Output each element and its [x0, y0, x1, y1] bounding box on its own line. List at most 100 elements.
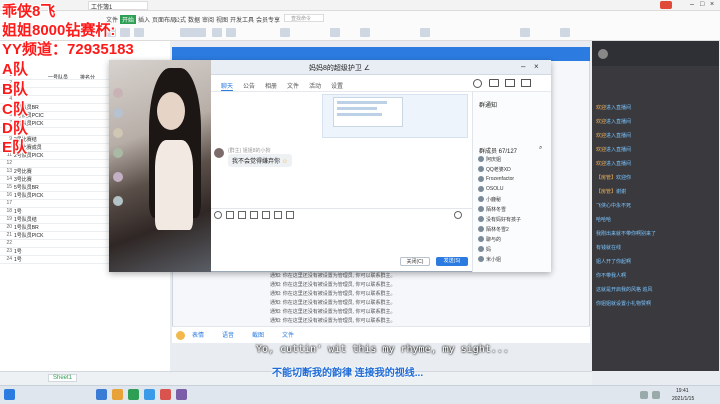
start-icon[interactable]: [4, 389, 15, 400]
streamer-avatar-icon[interactable]: [598, 49, 608, 59]
row-number[interactable]: 19: [0, 216, 12, 224]
table-cell[interactable]: 1号队员结: [14, 216, 37, 223]
minimize-icon[interactable]: –: [690, 1, 694, 8]
shake-icon[interactable]: [286, 211, 294, 219]
command-search-input[interactable]: 查找命令: [284, 14, 324, 22]
menu-formula[interactable]: 公式: [174, 15, 186, 24]
workbook-tab[interactable]: 工作簿1: [88, 1, 148, 11]
bold-icon[interactable]: [212, 28, 222, 37]
member-avatar-icon[interactable]: [478, 216, 484, 222]
table-cell[interactable]: 1号队员PICK: [14, 232, 43, 239]
row-number[interactable]: 23: [0, 248, 12, 256]
notice-image[interactable]: [322, 94, 468, 138]
mic-icon[interactable]: [274, 211, 282, 219]
menu-home[interactable]: 开始: [120, 15, 137, 24]
tab-activity[interactable]: 活动: [309, 81, 321, 90]
member-item[interactable]: OSOLU: [486, 186, 504, 192]
member-avatar[interactable]: [113, 148, 123, 158]
image-icon[interactable]: [262, 211, 270, 219]
gif-icon[interactable]: [226, 211, 234, 219]
number-format-icon[interactable]: [360, 28, 370, 37]
row-number[interactable]: 17: [0, 200, 12, 208]
taskbar-folder-icon[interactable]: [112, 389, 123, 400]
member-avatar[interactable]: [113, 196, 123, 206]
member-avatar[interactable]: [113, 128, 123, 138]
tab-settings[interactable]: 设置: [331, 81, 343, 90]
member-avatar-icon[interactable]: [478, 166, 484, 172]
member-avatar-icon[interactable]: [478, 226, 484, 232]
sum-icon[interactable]: [420, 28, 430, 37]
scissors-icon[interactable]: [238, 211, 246, 219]
clock-date[interactable]: 2021/1/15: [672, 396, 694, 402]
sort-icon[interactable]: [560, 28, 570, 37]
table-cell[interactable]: 1号队员BR: [14, 224, 39, 231]
menu-insert[interactable]: 插入: [138, 15, 150, 24]
maximize-icon[interactable]: □: [700, 1, 704, 8]
member-avatar[interactable]: [113, 108, 123, 118]
folder-icon[interactable]: [250, 211, 258, 219]
table-cell[interactable]: 1号: [14, 256, 22, 263]
chat-user[interactable]: 欢迎: [596, 105, 606, 111]
clock-time[interactable]: 19:41: [676, 388, 689, 394]
menu-data[interactable]: 数据: [188, 15, 200, 24]
row-number[interactable]: 14: [0, 176, 12, 184]
row-number[interactable]: 22: [0, 240, 12, 248]
copy-icon[interactable]: [134, 28, 144, 37]
tool-emoji[interactable]: 表情: [192, 330, 204, 339]
table-cell[interactable]: 5号队员BR: [14, 184, 39, 191]
row-number[interactable]: 15: [0, 184, 12, 192]
close-button[interactable]: 关闭(C): [400, 257, 430, 266]
sheet-tab[interactable]: Sheet1: [48, 374, 78, 382]
member-avatar-icon[interactable]: [478, 236, 484, 242]
member-item[interactable]: 米小姐: [486, 256, 501, 263]
row-number[interactable]: 13: [0, 168, 12, 176]
close-icon[interactable]: ×: [710, 1, 714, 8]
row-number[interactable]: 21: [0, 232, 12, 240]
table-cell[interactable]: 1号队员PICK: [14, 192, 43, 199]
member-avatar-icon[interactable]: [478, 186, 484, 192]
member-item[interactable]: 妈: [486, 246, 491, 253]
dialog-close-icon[interactable]: ×: [534, 62, 539, 71]
video-icon[interactable]: [489, 79, 499, 87]
dialog-minimize-icon[interactable]: –: [521, 62, 525, 71]
chat-user[interactable]: 【房管】: [596, 189, 616, 195]
chat-user[interactable]: 【房管】: [596, 175, 616, 181]
taskbar-wps-icon[interactable]: [128, 389, 139, 400]
member-item[interactable]: 陌林冬雪2: [486, 226, 509, 233]
member-avatar-icon[interactable]: [478, 206, 484, 212]
tab-chat[interactable]: 聊天: [221, 81, 234, 91]
member-avatar[interactable]: [113, 172, 123, 182]
history-icon[interactable]: [454, 211, 462, 219]
emoji-icon[interactable]: [214, 211, 222, 219]
row-number[interactable]: 24: [0, 256, 12, 264]
member-avatar-icon[interactable]: [478, 176, 484, 182]
chat-input-bar[interactable]: 表情 语音 截图 文件: [172, 326, 590, 343]
tab-notice[interactable]: 公告: [243, 81, 255, 90]
user-badge-icon[interactable]: [660, 1, 672, 9]
row-number[interactable]: 16: [0, 192, 12, 200]
font-select[interactable]: [180, 28, 206, 37]
italic-icon[interactable]: [226, 28, 236, 37]
taskbar-qq-icon[interactable]: [144, 389, 155, 400]
menu-member[interactable]: 会员专享: [256, 15, 280, 24]
tool-screenshot[interactable]: 截图: [252, 330, 264, 339]
phone-icon[interactable]: [473, 79, 482, 88]
table-cell[interactable]: 1号: [14, 208, 22, 215]
table-cell[interactable]: 1号: [14, 248, 22, 255]
member-item[interactable]: 聊与的: [486, 236, 501, 243]
emoji-icon[interactable]: [176, 331, 185, 340]
tool-voice[interactable]: 语音: [222, 330, 234, 339]
table-cell[interactable]: 3号比赛: [14, 176, 32, 183]
merge-icon[interactable]: [330, 28, 340, 37]
tray-icon[interactable]: [640, 391, 648, 399]
member-item[interactable]: QQ老婆XD: [486, 166, 511, 173]
member-avatar-icon[interactable]: [478, 256, 484, 262]
tray-icon[interactable]: [652, 391, 660, 399]
send-button[interactable]: 发送(S): [436, 257, 468, 266]
cut-icon[interactable]: [120, 28, 130, 37]
tab-files[interactable]: 文件: [287, 81, 299, 90]
align-icon[interactable]: [280, 28, 290, 37]
menu-review[interactable]: 审阅: [202, 15, 214, 24]
menu-page-layout[interactable]: 页面布局: [152, 15, 176, 24]
chat-user[interactable]: 欢迎: [596, 133, 606, 139]
